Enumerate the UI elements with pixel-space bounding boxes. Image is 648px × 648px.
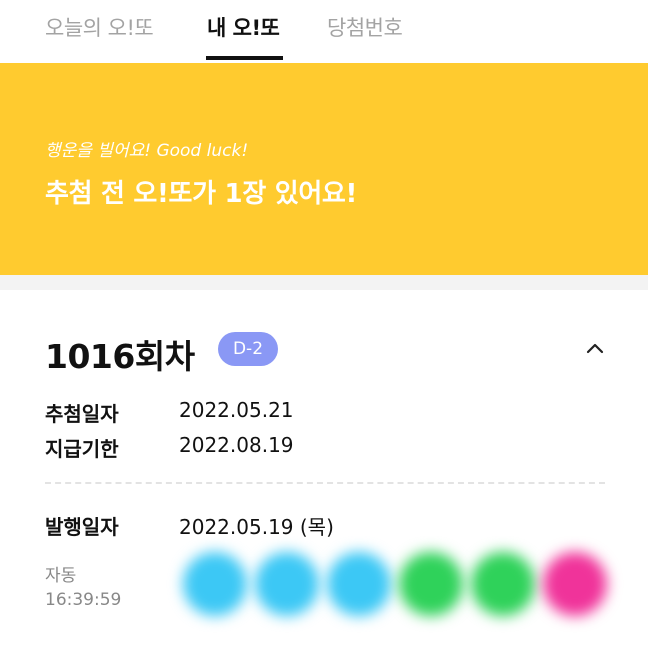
number-ball [543, 552, 607, 616]
tab-bar: 오늘의 오!또 내 오!또 당첨번호 [0, 0, 648, 62]
section-gap [0, 275, 648, 290]
number-ball [183, 552, 247, 616]
draw-date-label: 추첨일자 [45, 402, 119, 426]
round-title: 1016회차 [45, 337, 195, 376]
issue-time: 16:39:59 [45, 590, 122, 610]
tab-my-oddo[interactable]: 내 오!또 [207, 12, 280, 42]
banner-title: 추첨 전 오!또가 1장 있어요! [45, 179, 358, 209]
tab-today-oddo[interactable]: 오늘의 오!또 [45, 12, 154, 42]
issue-date-label: 발행일자 [45, 515, 119, 539]
number-ball [471, 552, 535, 616]
tab-winning-numbers[interactable]: 당첨번호 [327, 12, 403, 42]
draw-date-value: 2022.05.21 [179, 398, 294, 422]
issue-date-value: 2022.05.19 (목) [179, 515, 334, 539]
number-ball [399, 552, 463, 616]
chevron-up-icon[interactable] [581, 334, 609, 362]
number-ball [327, 552, 391, 616]
dday-badge: D-2 [218, 332, 278, 366]
active-tab-indicator [206, 56, 283, 60]
pick-mode: 자동 [45, 566, 77, 586]
ticket-card: 1016회차 D-2 추첨일자 2022.05.21 지급기한 2022.08.… [0, 290, 648, 648]
lotto-number-balls [175, 550, 607, 620]
pick-mode-info: 자동 16:39:59 [45, 564, 121, 612]
claim-deadline-value: 2022.08.19 [179, 433, 294, 457]
status-banner: 행운을 빌어요! Good luck! 추첨 전 오!또가 1장 있어요! [0, 63, 648, 275]
claim-deadline-label: 지급기한 [45, 437, 119, 461]
number-ball [255, 552, 319, 616]
banner-subtitle: 행운을 빌어요! Good luck! [45, 141, 249, 161]
dashed-divider [45, 482, 605, 484]
